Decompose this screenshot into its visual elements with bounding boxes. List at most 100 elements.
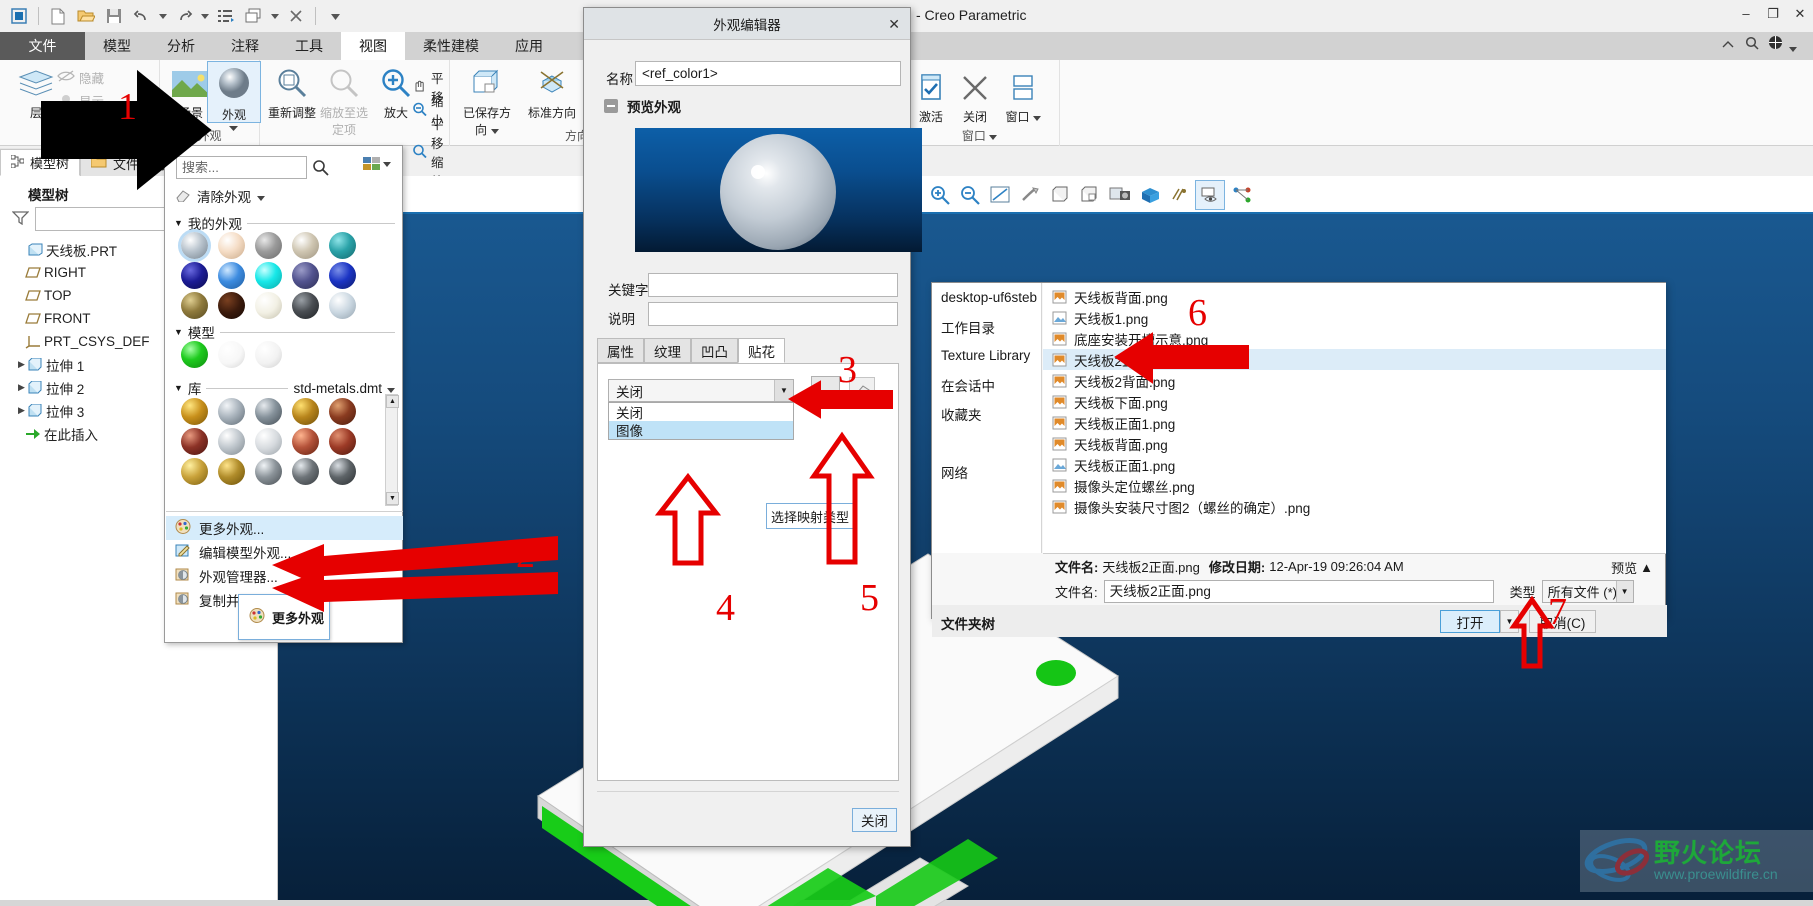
open-button[interactable]: 打开 (1440, 610, 1500, 633)
chevron-down-icon[interactable]: ▼ (174, 218, 183, 228)
creo-logo-icon[interactable] (6, 3, 32, 29)
help-icon[interactable] (1768, 35, 1783, 53)
appearance-swatch[interactable] (329, 428, 356, 455)
clear-appearance-button[interactable]: 清除外观 (175, 186, 265, 206)
dialog-close-button[interactable]: ✕ (888, 16, 900, 33)
window-menu-button[interactable]: 窗口 (1000, 68, 1046, 125)
appearance-name-input[interactable]: <ref_color1> (635, 61, 901, 86)
chevron-down-icon[interactable]: ▼ (174, 327, 183, 337)
tab-analysis[interactable]: 分析 (149, 32, 213, 60)
save-icon[interactable] (101, 3, 127, 29)
gallery-scrollbar[interactable]: ▲ ▼ (385, 394, 399, 506)
appearance-swatch[interactable] (329, 232, 356, 259)
chevron-up-icon[interactable]: ▲ (1640, 560, 1653, 575)
maximize-button[interactable]: ❐ (1762, 6, 1784, 24)
tab-model[interactable]: 模型 (85, 32, 149, 60)
view-manager-icon[interactable] (1076, 181, 1104, 209)
zoom-in-toolbar-icon[interactable] (926, 181, 954, 209)
appearance-toolbar-icon[interactable] (1136, 181, 1164, 209)
appearance-swatch[interactable] (218, 262, 245, 289)
scroll-down-arrow-icon[interactable]: ▼ (386, 492, 399, 505)
redo-icon[interactable] (171, 3, 197, 29)
screenshot-icon[interactable] (1106, 181, 1134, 209)
close-window-ribbon-button[interactable]: 关闭 (952, 68, 998, 125)
appearance-swatch[interactable] (218, 458, 245, 485)
tab-flexible-modeling[interactable]: 柔性建模 (405, 32, 497, 60)
tab-view[interactable]: 视图 (341, 32, 405, 60)
appearance-swatch[interactable] (181, 292, 208, 319)
appearance-swatch[interactable] (218, 292, 245, 319)
search-icon[interactable] (312, 159, 329, 179)
appearance-swatch[interactable] (218, 232, 245, 259)
standard-orientation-button[interactable]: 标准方向 (522, 64, 582, 121)
expand-arrow-icon[interactable]: ▶ (10, 405, 25, 416)
file-list-item[interactable]: 摄像头定位螺丝.png (1043, 475, 1666, 496)
appearance-swatch[interactable] (255, 262, 282, 289)
close-button[interactable]: ✕ (1789, 6, 1811, 24)
spin-center-icon[interactable] (1195, 180, 1225, 210)
window-dropdown-icon[interactable] (269, 3, 281, 29)
appearance-swatch[interactable] (181, 428, 208, 455)
datum-display-icon[interactable] (1016, 181, 1044, 209)
tab-file[interactable]: 文件 (0, 32, 85, 60)
appearance-swatch[interactable] (218, 341, 245, 368)
sidebar-item-computer[interactable]: desktop-uf6steb (932, 283, 1041, 312)
appearance-swatch[interactable] (255, 292, 282, 319)
appearance-swatch[interactable] (181, 262, 208, 289)
preview-section-header[interactable]: 预览外观 (604, 96, 681, 116)
collapse-icon[interactable] (604, 99, 618, 113)
appearance-swatch[interactable] (178, 229, 211, 262)
map-type-select[interactable]: 关闭 ▼ (608, 379, 794, 402)
help-dropdown-icon[interactable] (1789, 40, 1797, 55)
appearance-swatch[interactable] (329, 398, 356, 425)
appearance-swatch[interactable] (181, 341, 208, 368)
close-window-icon[interactable] (283, 3, 309, 29)
appearance-swatch[interactable] (292, 398, 319, 425)
tab-properties[interactable]: 属性 (597, 338, 644, 363)
appearance-swatch[interactable] (329, 262, 356, 289)
customize-quick-access-icon[interactable] (322, 3, 348, 29)
appearance-swatch[interactable] (181, 458, 208, 485)
folder-tree-toggle[interactable]: 文件夹树 (941, 613, 995, 633)
appearance-swatch[interactable] (218, 428, 245, 455)
file-list-item[interactable]: 天线板正面1.png (1043, 454, 1666, 475)
new-icon[interactable] (45, 3, 71, 29)
tab-decal[interactable]: 贴花 (738, 338, 785, 363)
tab-tools[interactable]: 工具 (277, 32, 341, 60)
appearance-swatch[interactable] (292, 292, 319, 319)
expand-arrow-icon[interactable]: ▶ (10, 382, 25, 393)
tab-texture[interactable]: 纹理 (644, 338, 691, 363)
appearance-swatch[interactable] (255, 398, 282, 425)
open-icon[interactable] (73, 3, 99, 29)
tab-applications[interactable]: 应用 (497, 32, 561, 60)
file-list-item[interactable]: 天线板下面.png (1043, 391, 1666, 412)
file-list-item[interactable]: 摄像头安装尺寸图2（螺丝的确定）.png (1043, 496, 1666, 517)
sidebar-item-texture-library[interactable]: Texture Library (932, 341, 1041, 370)
file-list-item[interactable]: 天线板1.png (1043, 307, 1666, 328)
appearance-swatch[interactable] (255, 428, 282, 455)
appearance-editor-close-button[interactable]: 关闭 (852, 808, 897, 832)
gallery-view-mode-button[interactable] (363, 157, 391, 171)
appearance-swatch[interactable] (292, 458, 319, 485)
appearance-swatch[interactable] (218, 398, 245, 425)
expand-arrow-icon[interactable]: ▶ (10, 359, 25, 370)
minimize-button[interactable]: – (1735, 6, 1757, 24)
appearance-swatch[interactable] (255, 341, 282, 368)
map-type-option-image[interactable]: 图像 (609, 421, 793, 439)
window-menu-dropdown-icon[interactable] (1032, 110, 1041, 124)
appearance-swatch[interactable] (292, 262, 319, 289)
filter-icon[interactable] (11, 210, 30, 228)
search-icon[interactable] (1745, 36, 1759, 53)
scroll-up-arrow-icon[interactable]: ▲ (386, 395, 399, 408)
window-group-dropdown-icon[interactable] (989, 129, 998, 143)
file-list-item[interactable]: 天线板背面.png (1043, 286, 1666, 307)
appearance-swatch[interactable] (181, 398, 208, 425)
description-input[interactable] (648, 302, 898, 326)
tab-annotate[interactable]: 注释 (213, 32, 277, 60)
reference-icon[interactable] (1228, 181, 1256, 209)
sidebar-item-working-directory[interactable]: 工作目录 (932, 312, 1041, 341)
appearance-swatch[interactable] (329, 458, 356, 485)
undo-icon[interactable] (129, 3, 155, 29)
appearance-swatch[interactable] (329, 292, 356, 319)
chevron-down-icon[interactable]: ▼ (174, 383, 183, 393)
